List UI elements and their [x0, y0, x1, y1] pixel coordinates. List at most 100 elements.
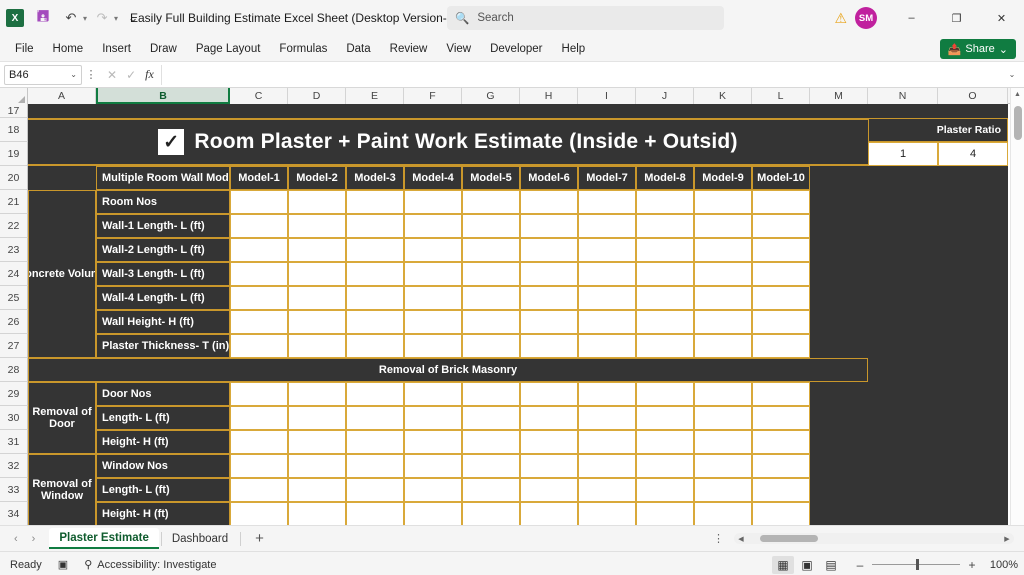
input-cell[interactable] [230, 238, 288, 262]
column-header-g[interactable]: G [462, 88, 520, 104]
input-cell[interactable] [694, 214, 752, 238]
input-cell[interactable] [694, 430, 752, 454]
input-cell[interactable] [636, 430, 694, 454]
cancel-icon[interactable]: ✕ [107, 68, 117, 82]
sheet-options-icon[interactable]: ⋮ [713, 532, 724, 545]
add-sheet-button[interactable]: + [241, 530, 278, 547]
tab-help[interactable]: Help [553, 40, 595, 58]
input-cell[interactable] [578, 334, 636, 358]
row-header-31[interactable]: 31 [0, 430, 28, 454]
input-cell[interactable] [346, 406, 404, 430]
prev-sheet-icon[interactable]: ‹ [14, 533, 18, 545]
warning-icon[interactable]: ⚠ [834, 10, 847, 27]
undo-icon[interactable]: ↶ [58, 6, 84, 30]
tab-review[interactable]: Review [381, 40, 437, 58]
row-header-33[interactable]: 33 [0, 478, 28, 502]
row-header-25[interactable]: 25 [0, 286, 28, 310]
tab-page-layout[interactable]: Page Layout [187, 40, 270, 58]
input-cell[interactable] [636, 502, 694, 525]
input-cell[interactable] [346, 454, 404, 478]
tab-home[interactable]: Home [44, 40, 93, 58]
input-cell[interactable] [230, 454, 288, 478]
input-cell[interactable] [346, 502, 404, 525]
input-cell[interactable] [636, 190, 694, 214]
column-header-f[interactable]: F [404, 88, 462, 104]
input-cell[interactable] [694, 238, 752, 262]
redo-icon[interactable]: ↷ [89, 6, 115, 30]
input-cell[interactable] [578, 502, 636, 525]
sheet-tab-plaster-estimate[interactable]: Plaster Estimate [49, 528, 159, 549]
input-cell[interactable] [230, 382, 288, 406]
input-cell[interactable] [752, 310, 810, 334]
row-header-28[interactable]: 28 [0, 358, 28, 382]
name-box[interactable]: B46 ⌄ [4, 64, 82, 85]
input-cell[interactable] [694, 286, 752, 310]
input-cell[interactable] [288, 478, 346, 502]
row-header-29[interactable]: 29 [0, 382, 28, 406]
tab-view[interactable]: View [437, 40, 480, 58]
zoom-level-label[interactable]: 100% [984, 559, 1018, 571]
zoom-out-button[interactable]: – [854, 558, 866, 572]
page-layout-view-icon[interactable]: ▣ [796, 556, 818, 574]
row-header-18[interactable]: 18 [0, 118, 28, 142]
tab-file[interactable]: File [6, 40, 43, 58]
input-cell[interactable] [288, 310, 346, 334]
input-cell[interactable] [520, 286, 578, 310]
normal-view-icon[interactable]: ▦ [772, 555, 794, 574]
avatar[interactable]: SM [855, 7, 877, 29]
accessibility-status[interactable]: ⚲ Accessibility: Investigate [76, 558, 224, 572]
input-cell[interactable] [462, 286, 520, 310]
input-cell[interactable] [578, 238, 636, 262]
input-cell[interactable] [578, 214, 636, 238]
input-cell[interactable] [288, 454, 346, 478]
sheet-tab-dashboard[interactable]: Dashboard [162, 529, 238, 548]
input-cell[interactable] [520, 334, 578, 358]
input-cell[interactable] [288, 238, 346, 262]
input-cell[interactable] [578, 454, 636, 478]
share-button[interactable]: 📤 Share ⌄ [939, 39, 1016, 59]
input-cell[interactable] [230, 502, 288, 525]
input-cell[interactable] [694, 310, 752, 334]
input-cell[interactable] [288, 502, 346, 525]
column-header-h[interactable]: H [520, 88, 578, 104]
confirm-icon[interactable]: ✓ [126, 68, 136, 82]
checkbox-checked-icon[interactable]: ✓ [158, 129, 185, 155]
row-header-27[interactable]: 27 [0, 334, 28, 358]
input-cell[interactable] [288, 214, 346, 238]
input-cell[interactable] [288, 430, 346, 454]
input-cell[interactable] [462, 262, 520, 286]
input-cell[interactable] [462, 190, 520, 214]
row-header-19[interactable]: 19 [0, 142, 28, 166]
row-header-21[interactable]: 21 [0, 190, 28, 214]
formula-input[interactable] [160, 64, 1004, 85]
input-cell[interactable] [230, 214, 288, 238]
sheet-content[interactable]: ✓ Room Plaster + Paint Work Estimate (In… [28, 104, 1024, 525]
input-cell[interactable] [230, 430, 288, 454]
input-cell[interactable] [288, 382, 346, 406]
page-break-view-icon[interactable]: ▤ [820, 556, 842, 574]
input-cell[interactable] [462, 502, 520, 525]
select-all-corner[interactable] [0, 88, 28, 104]
tab-formulas[interactable]: Formulas [270, 40, 336, 58]
input-cell[interactable] [462, 478, 520, 502]
horizontal-scrollbar[interactable]: ◀ ▶ [734, 533, 1014, 544]
input-cell[interactable] [462, 406, 520, 430]
zoom-in-button[interactable]: + [966, 558, 978, 572]
input-cell[interactable] [404, 238, 462, 262]
input-cell[interactable] [752, 334, 810, 358]
input-cell[interactable] [404, 286, 462, 310]
input-cell[interactable] [694, 454, 752, 478]
input-cell[interactable] [520, 430, 578, 454]
input-cell[interactable] [694, 382, 752, 406]
column-header-n[interactable]: N [868, 88, 938, 104]
input-cell[interactable] [752, 262, 810, 286]
input-cell[interactable] [636, 334, 694, 358]
input-cell[interactable] [636, 454, 694, 478]
input-cell[interactable] [230, 406, 288, 430]
next-sheet-icon[interactable]: › [32, 533, 36, 545]
input-cell[interactable] [230, 310, 288, 334]
column-header-a[interactable]: A [28, 88, 96, 104]
row-header-20[interactable]: 20 [0, 166, 28, 190]
horizontal-scroll-thumb[interactable] [760, 535, 818, 542]
tab-developer[interactable]: Developer [481, 40, 551, 58]
